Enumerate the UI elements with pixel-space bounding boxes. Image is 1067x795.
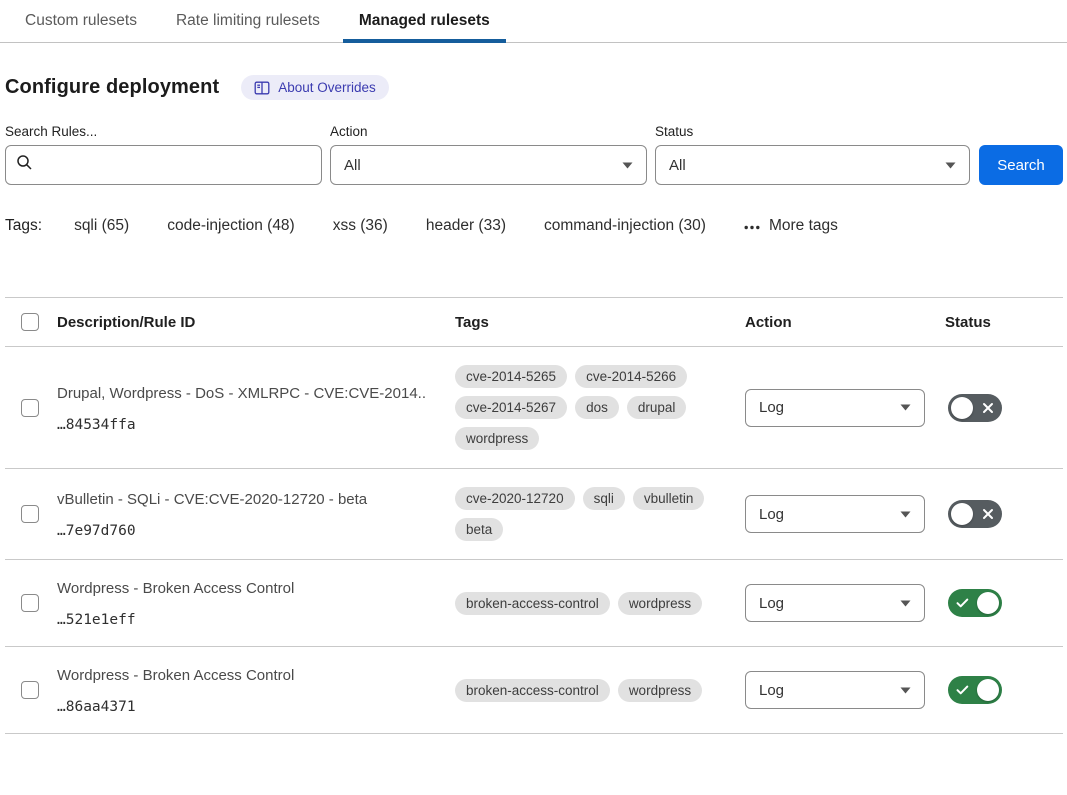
row-action-value: Log (759, 506, 784, 523)
rule-description: Wordpress - Broken Access Control (57, 665, 427, 686)
action-filter-select[interactable]: All (330, 145, 647, 185)
x-icon (982, 402, 994, 414)
tag-link-xss[interactable]: xss (36) (333, 217, 388, 235)
tag-link-code-injection[interactable]: code-injection (48) (167, 217, 295, 235)
tags-bar: Tags: sqli (65) code-injection (48) xss … (5, 217, 1063, 235)
check-icon (956, 685, 969, 695)
rule-id: …84534ffa (57, 417, 427, 433)
row-action-select[interactable]: Log (745, 671, 925, 709)
rule-id: …86aa4371 (57, 699, 427, 715)
chevron-down-icon (900, 600, 911, 607)
toggle-knob (977, 679, 999, 701)
tag-pill: cve-2014-5266 (575, 365, 687, 388)
table-row: Wordpress - Broken Access Control …521e1… (5, 560, 1063, 647)
tag-pill: vbulletin (633, 487, 705, 510)
tab-label: Rate limiting rulesets (176, 12, 320, 30)
about-overrides-label: About Overrides (278, 80, 376, 95)
search-button[interactable]: Search (979, 145, 1063, 185)
tag-pill: broken-access-control (455, 592, 610, 615)
tag-link-header[interactable]: header (33) (426, 217, 506, 235)
row-action-value: Log (759, 682, 784, 699)
row-action-value: Log (759, 399, 784, 416)
heading-row: Configure deployment About Overrides (5, 75, 1063, 100)
status-filter-select[interactable]: All (655, 145, 970, 185)
ellipsis-icon (744, 217, 760, 235)
book-icon (254, 81, 270, 95)
tab-custom-rulesets[interactable]: Custom rulesets (9, 0, 153, 42)
toggle-knob (951, 397, 973, 419)
row-checkbox[interactable] (21, 594, 39, 612)
column-header-tags: Tags (455, 314, 745, 331)
x-icon (982, 508, 994, 520)
tag-pill: cve-2020-12720 (455, 487, 575, 510)
rule-description: Wordpress - Broken Access Control (57, 578, 427, 599)
tag-pill: sqli (583, 487, 625, 510)
row-action-select[interactable]: Log (745, 495, 925, 533)
tab-label: Custom rulesets (25, 12, 137, 30)
column-header-status: Status (945, 314, 1063, 331)
tag-pill: beta (455, 518, 503, 541)
search-box (5, 145, 322, 185)
status-filter-value: All (669, 157, 686, 174)
row-checkbox[interactable] (21, 681, 39, 699)
action-filter-label: Action (330, 124, 647, 139)
row-action-value: Log (759, 595, 784, 612)
tag-pill: drupal (627, 396, 687, 419)
more-tags-label: More tags (769, 217, 838, 235)
status-toggle[interactable] (948, 676, 1002, 704)
table-row: Wordpress - Broken Access Control …86aa4… (5, 647, 1063, 734)
table-row: vBulletin - SQLi - CVE:CVE-2020-12720 - … (5, 469, 1063, 560)
rule-id: …7e97d760 (57, 523, 427, 539)
toggle-knob (951, 503, 973, 525)
tag-pill: cve-2014-5267 (455, 396, 567, 419)
search-rules-input[interactable] (41, 157, 311, 174)
tab-label: Managed rulesets (359, 12, 490, 30)
chevron-down-icon (900, 511, 911, 518)
tag-pill: wordpress (618, 592, 702, 615)
status-toggle[interactable] (948, 500, 1002, 528)
ruleset-tabbar: Custom rulesets Rate limiting rulesets M… (0, 0, 1067, 43)
rule-id: …521e1eff (57, 612, 427, 628)
table-header-row: Description/Rule ID Tags Action Status (5, 298, 1063, 347)
tag-link-sqli[interactable]: sqli (65) (74, 217, 129, 235)
tags-bar-label: Tags: (5, 217, 42, 235)
select-all-checkbox[interactable] (21, 313, 39, 331)
status-toggle[interactable] (948, 589, 1002, 617)
tab-rate-limiting-rulesets[interactable]: Rate limiting rulesets (160, 0, 336, 42)
tag-pill: cve-2014-5265 (455, 365, 567, 388)
search-icon (16, 154, 33, 176)
chevron-down-icon (900, 687, 911, 694)
about-overrides-link[interactable]: About Overrides (241, 75, 389, 100)
search-rules-label: Search Rules... (5, 124, 322, 139)
chevron-down-icon (622, 162, 633, 169)
table-row: Drupal, Wordpress - DoS - XMLRPC - CVE:C… (5, 347, 1063, 469)
action-filter-value: All (344, 157, 361, 174)
tag-pill: wordpress (455, 427, 539, 450)
row-checkbox[interactable] (21, 505, 39, 523)
chevron-down-icon (945, 162, 956, 169)
more-tags-button[interactable]: More tags (744, 217, 838, 235)
chevron-down-icon (900, 404, 911, 411)
column-header-action: Action (745, 314, 945, 331)
check-icon (956, 598, 969, 608)
rule-description: Drupal, Wordpress - DoS - XMLRPC - CVE:C… (57, 383, 427, 404)
tag-pill: broken-access-control (455, 679, 610, 702)
status-toggle[interactable] (948, 394, 1002, 422)
rules-table: Description/Rule ID Tags Action Status D… (5, 297, 1063, 734)
tag-pill: dos (575, 396, 619, 419)
row-action-select[interactable]: Log (745, 584, 925, 622)
toggle-knob (977, 592, 999, 614)
tab-managed-rulesets[interactable]: Managed rulesets (343, 0, 506, 42)
status-filter-label: Status (655, 124, 970, 139)
tag-pill: wordpress (618, 679, 702, 702)
tag-link-command-injection[interactable]: command-injection (30) (544, 217, 706, 235)
column-header-description: Description/Rule ID (57, 314, 455, 331)
rule-description: vBulletin - SQLi - CVE:CVE-2020-12720 - … (57, 489, 427, 510)
row-checkbox[interactable] (21, 399, 39, 417)
filters-row: Search Rules... Action All S (5, 124, 1063, 185)
page-title: Configure deployment (5, 76, 219, 99)
row-action-select[interactable]: Log (745, 389, 925, 427)
